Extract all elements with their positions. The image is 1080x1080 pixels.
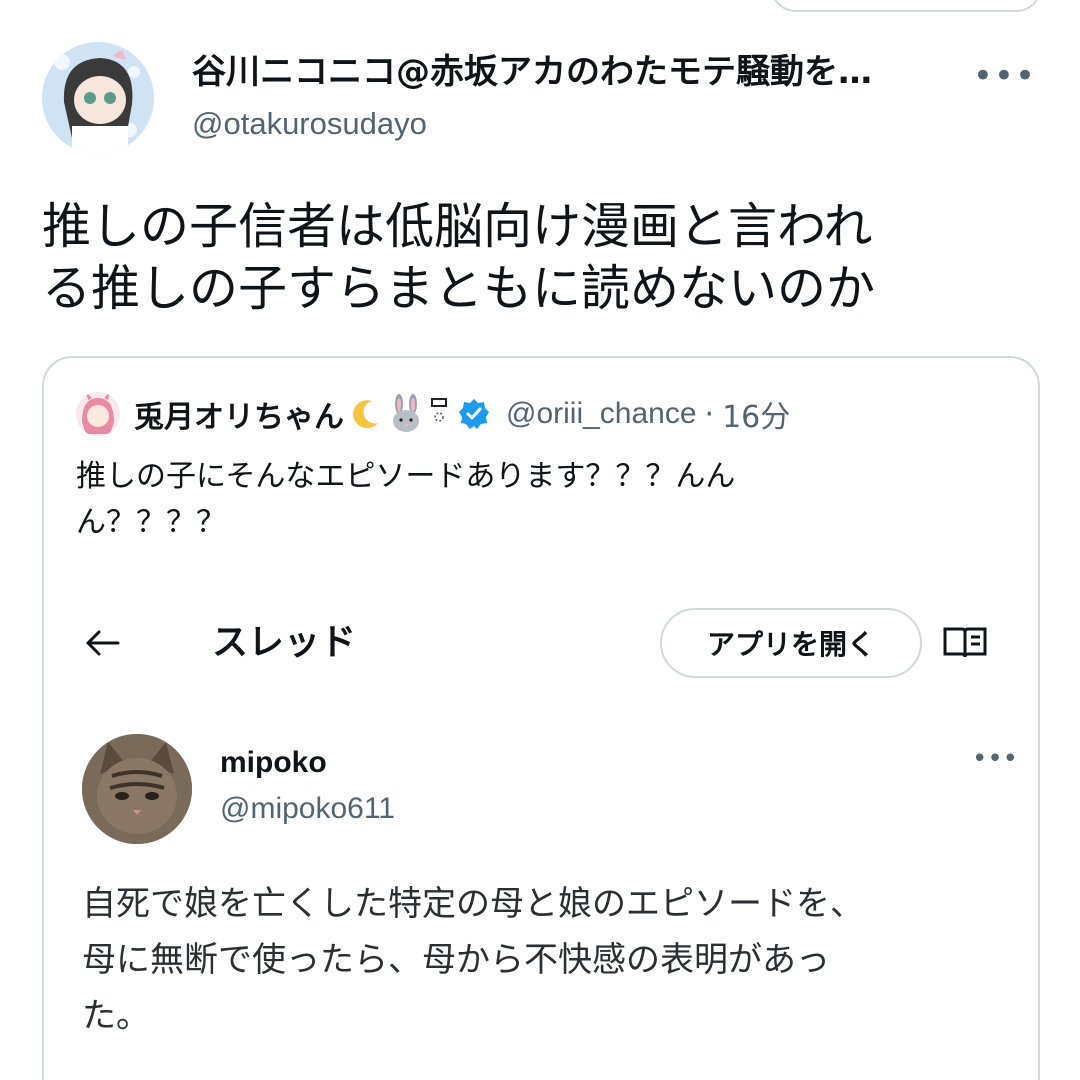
display-name[interactable]: 谷川ニコニコ@赤坂アカのわたモテ騒動を… bbox=[192, 48, 872, 96]
moon-icon bbox=[353, 400, 378, 429]
quote-text: 推しの子にそんなエピソードあります？？？んん ん？？？？ bbox=[76, 454, 996, 546]
avatar[interactable] bbox=[42, 42, 154, 154]
embedded-text-line: 自死で娘を亡くした特定の母と娘のエピソードを、 bbox=[82, 884, 864, 924]
quote-header: 兎月オリちゃん @oriii_chance · 16分 bbox=[76, 392, 790, 436]
separator-dot: · bbox=[704, 396, 715, 432]
embedded-thread-header: スレッド アプリを開く bbox=[44, 608, 1038, 678]
avatar bbox=[82, 734, 192, 844]
tweet-text: 推しの子信者は低脳向け漫画と言われ る推しの子すらまともに読めないのか bbox=[42, 196, 1052, 320]
quote-tweet-card[interactable]: 兎月オリちゃん @oriii_chance · 16分 推しの子にそんなエピソー… bbox=[42, 356, 1040, 1080]
embedded-text-line: 母に無断で使ったら、母から不快感の表明があっ bbox=[82, 940, 830, 980]
open-app-button[interactable]: アプリを開く bbox=[660, 608, 922, 678]
embedded-handle: @mipoko611 bbox=[220, 792, 395, 825]
tweet-text-line: 推しの子信者は低脳向け漫画と言われ bbox=[42, 198, 873, 255]
embedded-post-text: 自死で娘を亡くした特定の母と娘のエピソードを、 母に無断で使ったら、母から不快感… bbox=[82, 876, 1012, 1044]
quote-timestamp[interactable]: 16分 bbox=[722, 392, 790, 436]
top-button-partial[interactable] bbox=[770, 0, 1042, 12]
thread-title: スレッド bbox=[212, 622, 357, 663]
ribbon-icon bbox=[431, 398, 447, 422]
quote-text-line: ん？？？？ bbox=[76, 505, 226, 540]
user-handle[interactable]: @otakurosudayo bbox=[192, 102, 872, 146]
name-emoji-group bbox=[348, 394, 450, 434]
more-options-icon[interactable]: ••• bbox=[973, 56, 1036, 96]
tweet-text-line: る推しの子すらまともに読めないのか bbox=[42, 260, 876, 317]
embedded-text-line: た。 bbox=[82, 996, 150, 1036]
quote-avatar bbox=[76, 392, 120, 436]
rabbit-icon bbox=[393, 394, 419, 432]
book-icon[interactable] bbox=[942, 626, 988, 660]
back-arrow-icon[interactable] bbox=[84, 628, 120, 658]
tweet-header: 谷川ニコニコ@赤坂アカのわたモテ騒動を… @otakurosudayo ••• bbox=[42, 42, 1042, 154]
quote-handle[interactable]: @oriii_chance bbox=[506, 397, 697, 431]
more-options-icon: ••• bbox=[971, 744, 1018, 774]
embedded-display-name: mipoko bbox=[220, 746, 327, 779]
quote-text-line: 推しの子にそんなエピソードあります？？？んん bbox=[76, 459, 736, 494]
verified-badge-icon bbox=[458, 398, 490, 430]
quote-display-name[interactable]: 兎月オリちゃん bbox=[134, 392, 344, 436]
